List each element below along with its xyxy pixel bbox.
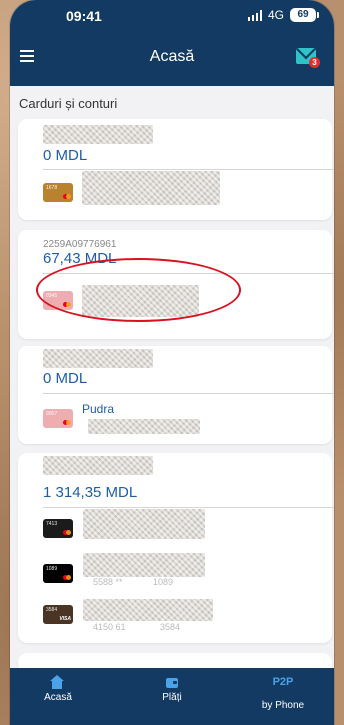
signal-icon: [247, 10, 262, 21]
battery-icon: 69: [290, 8, 319, 22]
highlight-ellipse: [36, 258, 241, 322]
account-balance: 0 MDL: [43, 370, 88, 387]
nav-payments[interactable]: Plăți: [132, 668, 212, 703]
card-last4: 7413: [46, 521, 58, 527]
nav-home-label: Acasă: [44, 692, 72, 703]
account-balance: 0 MDL: [43, 147, 88, 164]
card-last4: 1678: [46, 185, 58, 191]
account-number: 2259A09776961: [43, 239, 117, 250]
divider: [43, 507, 334, 508]
nav-home[interactable]: Acasă: [18, 668, 98, 703]
card-number-partial: 3584: [160, 622, 181, 632]
redacted-card-name: [82, 171, 220, 205]
redacted-account-number: [43, 349, 153, 368]
bank-card-thumbnail[interactable]: 3584 VISA: [43, 605, 73, 624]
divider: [43, 393, 334, 394]
redacted-card-name: [83, 553, 205, 577]
account-card[interactable]: 0 MDL 9057 Pudra: [18, 346, 334, 444]
bottom-nav: Acasă Plăți P2P by Phone: [10, 668, 334, 725]
account-balance: 1 314,35 MDL: [43, 484, 138, 501]
mastercard-icon: [63, 194, 71, 199]
redacted-card-number: [88, 419, 200, 434]
redacted-card-name: [83, 509, 205, 539]
bank-card-thumbnail[interactable]: 1678: [43, 183, 73, 202]
status-bar: 09:41 4G 69: [10, 4, 334, 26]
card-name: Pudra: [82, 402, 115, 416]
bank-card-thumbnail[interactable]: 1089: [43, 564, 73, 583]
page-title: Acasă: [149, 48, 195, 65]
nav-payments-label: Plăți: [162, 692, 182, 703]
mastercard-icon: [63, 420, 71, 425]
card-last4: 9057: [46, 411, 58, 417]
card-number-partial: 5588 **: [93, 577, 123, 587]
visa-icon: VISA: [59, 616, 71, 622]
section-title: Carduri și conturi: [19, 96, 118, 111]
card-number-partial: 1089: [153, 577, 174, 587]
account-card[interactable]: 0 MDL 1678: [18, 119, 334, 220]
card-last4: 3584: [46, 607, 58, 613]
nav-p2p[interactable]: P2P by Phone: [243, 668, 323, 711]
nav-p2p-label: by Phone: [261, 700, 305, 711]
network-type: 4G: [267, 8, 284, 22]
p2p-icon: P2P: [272, 676, 294, 688]
wallet-icon: [166, 678, 178, 688]
phone-screen: 09:41 4G 69 Acasă 3 Carduri și conturi 0…: [10, 0, 334, 725]
bank-card-thumbnail[interactable]: 7413: [43, 519, 73, 538]
redacted-account-number: [43, 456, 153, 475]
status-time: 09:41: [66, 8, 102, 24]
mastercard-icon: [63, 575, 71, 580]
account-card[interactable]: 1 314,35 MDL 7413 1089 5588 ** 1089 3584…: [18, 453, 334, 643]
notification-badge: 3: [309, 57, 320, 68]
home-icon: [50, 675, 64, 689]
card-number-partial: 4150 61: [93, 622, 126, 632]
redacted-account-number: [43, 125, 153, 144]
bank-card-thumbnail[interactable]: 9057: [43, 409, 73, 428]
mastercard-icon: [63, 530, 71, 535]
messages-icon[interactable]: 3: [296, 48, 320, 68]
redacted-card-name: [83, 599, 213, 621]
top-bar: 09:41 4G 69 Acasă 3: [10, 0, 334, 86]
card-last4: 1089: [46, 566, 58, 572]
divider: [43, 169, 334, 170]
